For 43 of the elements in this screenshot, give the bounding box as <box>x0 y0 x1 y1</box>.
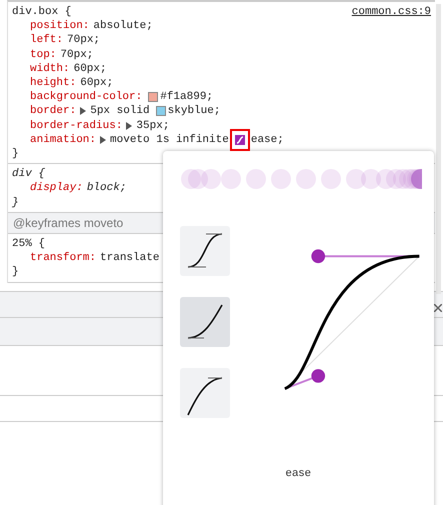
property-name: border-radius: <box>30 118 122 133</box>
source-link[interactable]: common.css:9 <box>352 5 431 20</box>
property-name: border: <box>30 104 76 118</box>
property-name: background-color: <box>30 90 142 104</box>
bezier-curve-icon <box>234 134 245 145</box>
close-icon[interactable] <box>434 304 442 312</box>
easing-name: ease <box>284 467 312 479</box>
easing-preset[interactable] <box>180 297 230 347</box>
property-name: height: <box>30 76 76 90</box>
closing-brace: } <box>12 146 19 161</box>
property-name: left: <box>30 33 64 48</box>
closing-brace: } <box>12 196 19 210</box>
property-name: width: <box>30 62 70 76</box>
property-value: ease; <box>250 132 284 147</box>
property-name: animation: <box>30 132 96 147</box>
property-value: 35px; <box>136 118 170 133</box>
expand-icon[interactable] <box>126 122 132 130</box>
property-value: 70px; <box>67 33 100 48</box>
property-value: 60px; <box>74 62 107 76</box>
expand-icon[interactable] <box>100 136 106 144</box>
property-name: position: <box>30 19 90 34</box>
keyframe-selector: 25% { <box>12 236 46 251</box>
property-value: 70px; <box>60 48 94 62</box>
easing-editor-button[interactable] <box>230 128 250 151</box>
property-value: translate <box>100 250 160 265</box>
rule-selector: div.box { <box>12 5 72 20</box>
color-swatch[interactable] <box>148 92 158 102</box>
property-name: display: <box>30 181 83 196</box>
expand-icon[interactable] <box>80 107 86 116</box>
property-value: absolute; <box>93 19 153 34</box>
rule-selector: div { <box>12 167 46 182</box>
property-value: block; <box>86 181 126 196</box>
property-value: 60px; <box>80 76 114 90</box>
property-value: #f1a899; <box>160 90 214 104</box>
property-name: transform: <box>30 250 96 265</box>
property-name: top: <box>30 48 56 62</box>
easing-preset[interactable] <box>180 368 230 418</box>
easing-preset[interactable] <box>180 226 230 276</box>
closing-brace: } <box>12 265 19 280</box>
property-value: skyblue; <box>168 104 220 118</box>
property-value: moveto 1s infinite <box>110 132 229 147</box>
color-swatch[interactable] <box>156 106 166 116</box>
property-value: 5px solid <box>90 104 150 118</box>
